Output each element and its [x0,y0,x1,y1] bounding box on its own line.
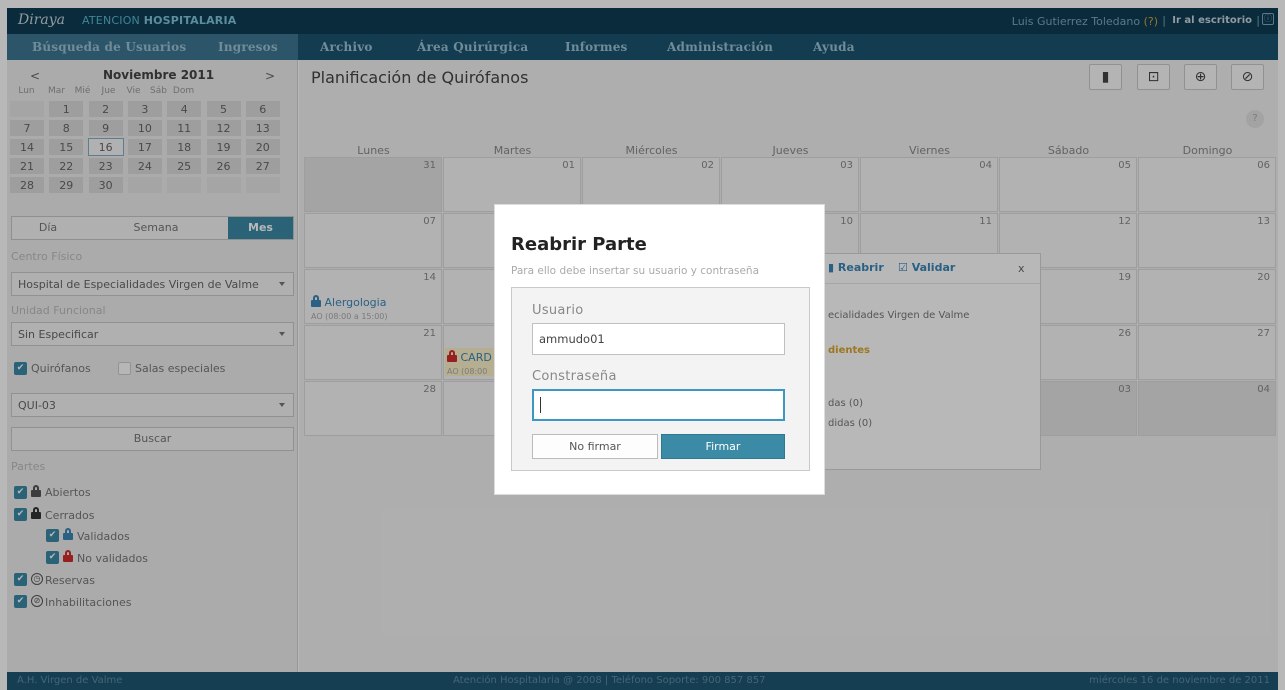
password-input[interactable] [532,389,785,421]
text-cursor [540,397,541,413]
firmar-button[interactable]: Firmar [661,434,785,459]
reabrir-parte-dialog: Reabrir Parte Para ello debe insertar su… [494,204,825,495]
password-label: Constraseña [532,369,617,384]
dialog-subtitle: Para ello debe insertar su usuario y con… [511,265,760,277]
usuario-input[interactable]: ammudo01 [532,323,785,355]
credentials-panel: Usuario ammudo01 Constraseña No firmar F… [511,287,810,471]
no-firmar-button[interactable]: No firmar [532,434,658,459]
usuario-label: Usuario [532,303,584,318]
dialog-title: Reabrir Parte [511,234,647,255]
